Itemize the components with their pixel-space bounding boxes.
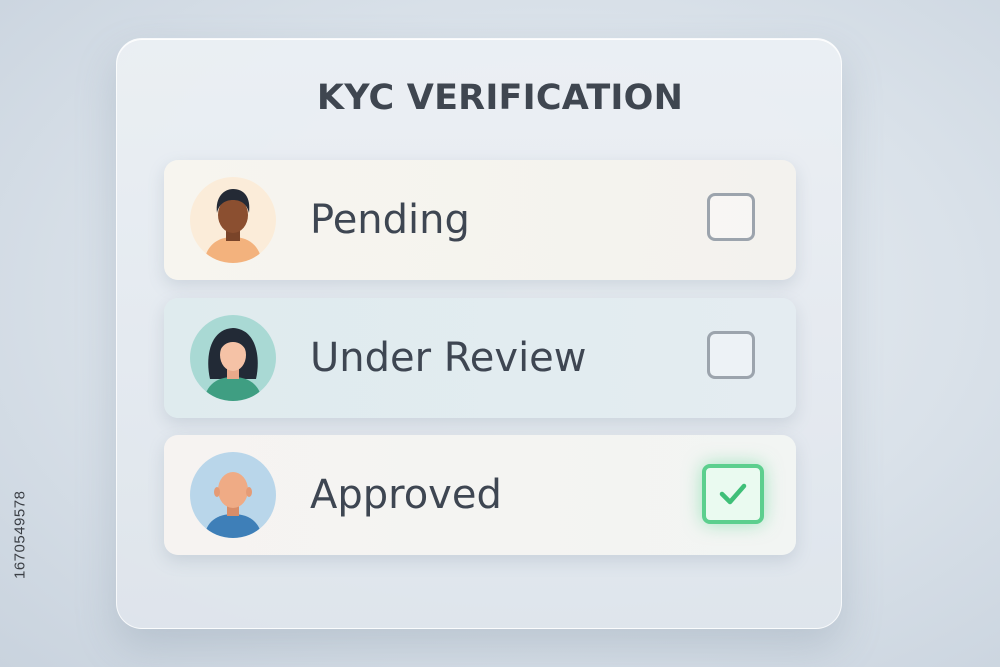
- status-row-under-review[interactable]: Under Review: [164, 298, 796, 418]
- status-row-approved[interactable]: Approved: [164, 435, 796, 555]
- person-avatar-icon: [190, 315, 276, 401]
- stock-id-watermark: 1670549578: [11, 490, 29, 580]
- status-label-approved: Approved: [310, 472, 502, 518]
- pending-checkbox[interactable]: [707, 193, 755, 241]
- person-avatar-icon: [190, 452, 276, 538]
- status-row-pending[interactable]: Pending: [164, 160, 796, 280]
- under-review-checkbox[interactable]: [707, 331, 755, 379]
- approved-checkbox[interactable]: [702, 464, 764, 524]
- status-label-under-review: Under Review: [310, 335, 587, 381]
- status-label-pending: Pending: [310, 197, 470, 243]
- card-title: KYC VERIFICATION: [316, 78, 684, 118]
- person-avatar-icon: [190, 177, 276, 263]
